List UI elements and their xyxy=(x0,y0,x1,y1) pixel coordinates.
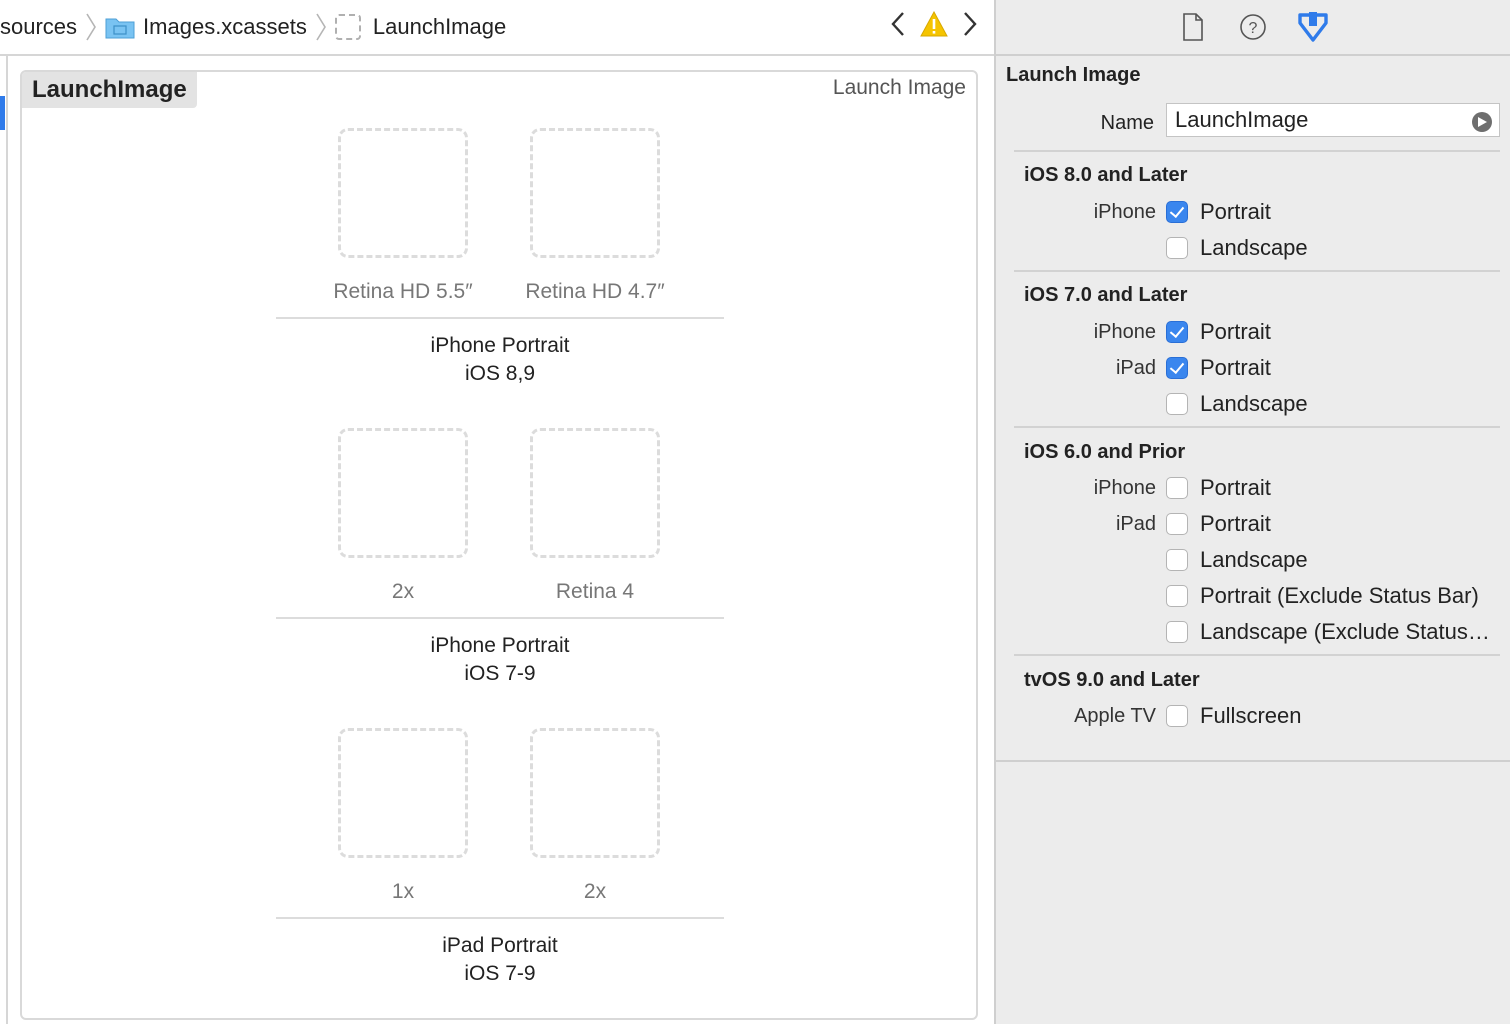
inspector-content: Launch Image Name iOS 8.0 and Later iPho… xyxy=(996,56,1510,762)
slot-label: Retina 4 xyxy=(555,580,635,603)
slot-label: 2x xyxy=(391,580,415,603)
slot-label: Retina HD 5.5″ xyxy=(333,280,473,303)
attributes-inspector-icon[interactable] xyxy=(1297,11,1329,43)
ios6-portrait-exclude-status-bar-checkbox[interactable] xyxy=(1166,585,1188,607)
chevron-right-icon xyxy=(315,12,327,42)
section-divider xyxy=(1014,426,1500,428)
group-divider xyxy=(276,317,724,319)
inspector-tab-bar: ? xyxy=(996,0,1510,56)
section-heading: tvOS 9.0 and Later xyxy=(1024,669,1200,691)
breadcrumb-item-sources[interactable]: sources xyxy=(0,14,77,40)
image-slot-retina-4[interactable] xyxy=(530,428,660,558)
group-title-line1: iPhone Portrait xyxy=(430,634,570,657)
ios7-iphone-portrait-checkbox[interactable] xyxy=(1166,321,1188,343)
image-slot-retina-hd-5-5[interactable] xyxy=(338,128,468,258)
section-divider xyxy=(1014,150,1500,152)
ios8-iphone-portrait-checkbox[interactable] xyxy=(1166,201,1188,223)
group-divider xyxy=(276,617,724,619)
slot-label: Retina HD 4.7″ xyxy=(525,280,665,303)
section-heading: iOS 7.0 and Later xyxy=(1024,284,1188,306)
ios7-ipad-landscape-checkbox[interactable] xyxy=(1166,393,1188,415)
device-label: iPad xyxy=(1115,513,1156,535)
group-divider xyxy=(276,917,724,919)
warning-icon[interactable] xyxy=(920,10,948,43)
option-label: Landscape xyxy=(1200,235,1308,260)
tvos-apple-tv-fullscreen-checkbox[interactable] xyxy=(1166,705,1188,727)
attributes-inspector: ? Launch Image Name iOS 8.0 and Later iP… xyxy=(994,0,1510,1024)
inspector-section-title: Launch Image xyxy=(1006,64,1141,86)
file-inspector-icon[interactable] xyxy=(1177,11,1209,43)
option-label: Landscape (Exclude Status… xyxy=(1200,619,1490,644)
image-slot-retina-hd-4-7[interactable] xyxy=(530,128,660,258)
help-inspector-icon[interactable]: ? xyxy=(1237,11,1269,43)
image-slot-1x[interactable] xyxy=(338,728,468,858)
breadcrumb-label: Images.xcassets xyxy=(143,14,307,39)
slot-label: 2x xyxy=(583,880,607,903)
launch-image-set: LaunchImage Launch Image Retina HD 5.5″ … xyxy=(20,70,978,1020)
device-label: iPhone xyxy=(1093,201,1156,223)
name-label: Name xyxy=(1100,112,1154,134)
group-title-line1: iPhone Portrait xyxy=(430,334,570,357)
device-label: Apple TV xyxy=(1074,705,1156,727)
section-heading: iOS 6.0 and Prior xyxy=(1024,441,1186,463)
asset-editor: sources Images.xcassets LaunchImage Laun… xyxy=(0,0,994,1024)
ios8-iphone-landscape-checkbox[interactable] xyxy=(1166,237,1188,259)
image-slot-2x-ipad[interactable] xyxy=(530,728,660,858)
breadcrumb-item-launchimage[interactable]: LaunchImage xyxy=(334,14,507,40)
image-slot-2x[interactable] xyxy=(338,428,468,558)
chevron-right-nav-icon[interactable] xyxy=(962,10,978,44)
option-label: Fullscreen xyxy=(1200,703,1302,728)
option-label: Landscape xyxy=(1200,391,1308,416)
chevron-right-icon xyxy=(85,12,97,42)
option-label: Landscape xyxy=(1200,547,1308,572)
group-title-line2: iOS 7-9 xyxy=(464,662,536,685)
section-divider xyxy=(1014,270,1500,272)
group-title-line2: iOS 7-9 xyxy=(464,962,536,985)
device-label: iPhone xyxy=(1093,321,1156,343)
breadcrumb: sources Images.xcassets LaunchImage xyxy=(0,0,994,56)
option-label: Portrait xyxy=(1200,355,1271,380)
image-set-icon xyxy=(334,14,361,40)
arrow-right-circle-icon[interactable] xyxy=(1472,112,1492,132)
breadcrumb-item-xcassets[interactable]: Images.xcassets xyxy=(105,14,307,40)
breadcrumb-label: LaunchImage xyxy=(372,14,507,39)
ios6-landscape-exclude-status-bar-checkbox[interactable] xyxy=(1166,621,1188,643)
ios7-ipad-portrait-checkbox[interactable] xyxy=(1166,357,1188,379)
ios6-ipad-landscape-checkbox[interactable] xyxy=(1166,549,1188,571)
device-label: iPad xyxy=(1115,357,1156,379)
group-title-line2: iOS 8,9 xyxy=(464,362,536,385)
asset-name-tab[interactable]: LaunchImage xyxy=(22,72,197,108)
folder-icon xyxy=(105,15,135,39)
name-field[interactable] xyxy=(1166,103,1500,137)
option-label: Portrait xyxy=(1200,319,1271,344)
svg-text:?: ? xyxy=(1249,20,1258,37)
section-heading: iOS 8.0 and Later xyxy=(1024,164,1188,186)
section-divider xyxy=(1014,654,1500,656)
option-label: Portrait xyxy=(1200,199,1271,224)
breadcrumb-label: sources xyxy=(0,14,78,39)
slot-label: 1x xyxy=(391,880,415,903)
asset-type-label: Launch Image xyxy=(832,76,966,99)
chevron-left-icon[interactable] xyxy=(890,10,906,44)
ios6-ipad-portrait-checkbox[interactable] xyxy=(1166,513,1188,535)
option-label: Portrait (Exclude Status Bar) xyxy=(1200,583,1479,608)
device-label: iPhone xyxy=(1093,477,1156,499)
navigation-controls xyxy=(890,10,978,44)
group-title-line1: iPad Portrait xyxy=(442,934,558,957)
asset-list-strip xyxy=(0,56,8,1024)
selection-indicator xyxy=(0,96,5,130)
ios6-iphone-portrait-checkbox[interactable] xyxy=(1166,477,1188,499)
option-label: Portrait xyxy=(1200,475,1271,500)
option-label: Portrait xyxy=(1200,511,1271,536)
